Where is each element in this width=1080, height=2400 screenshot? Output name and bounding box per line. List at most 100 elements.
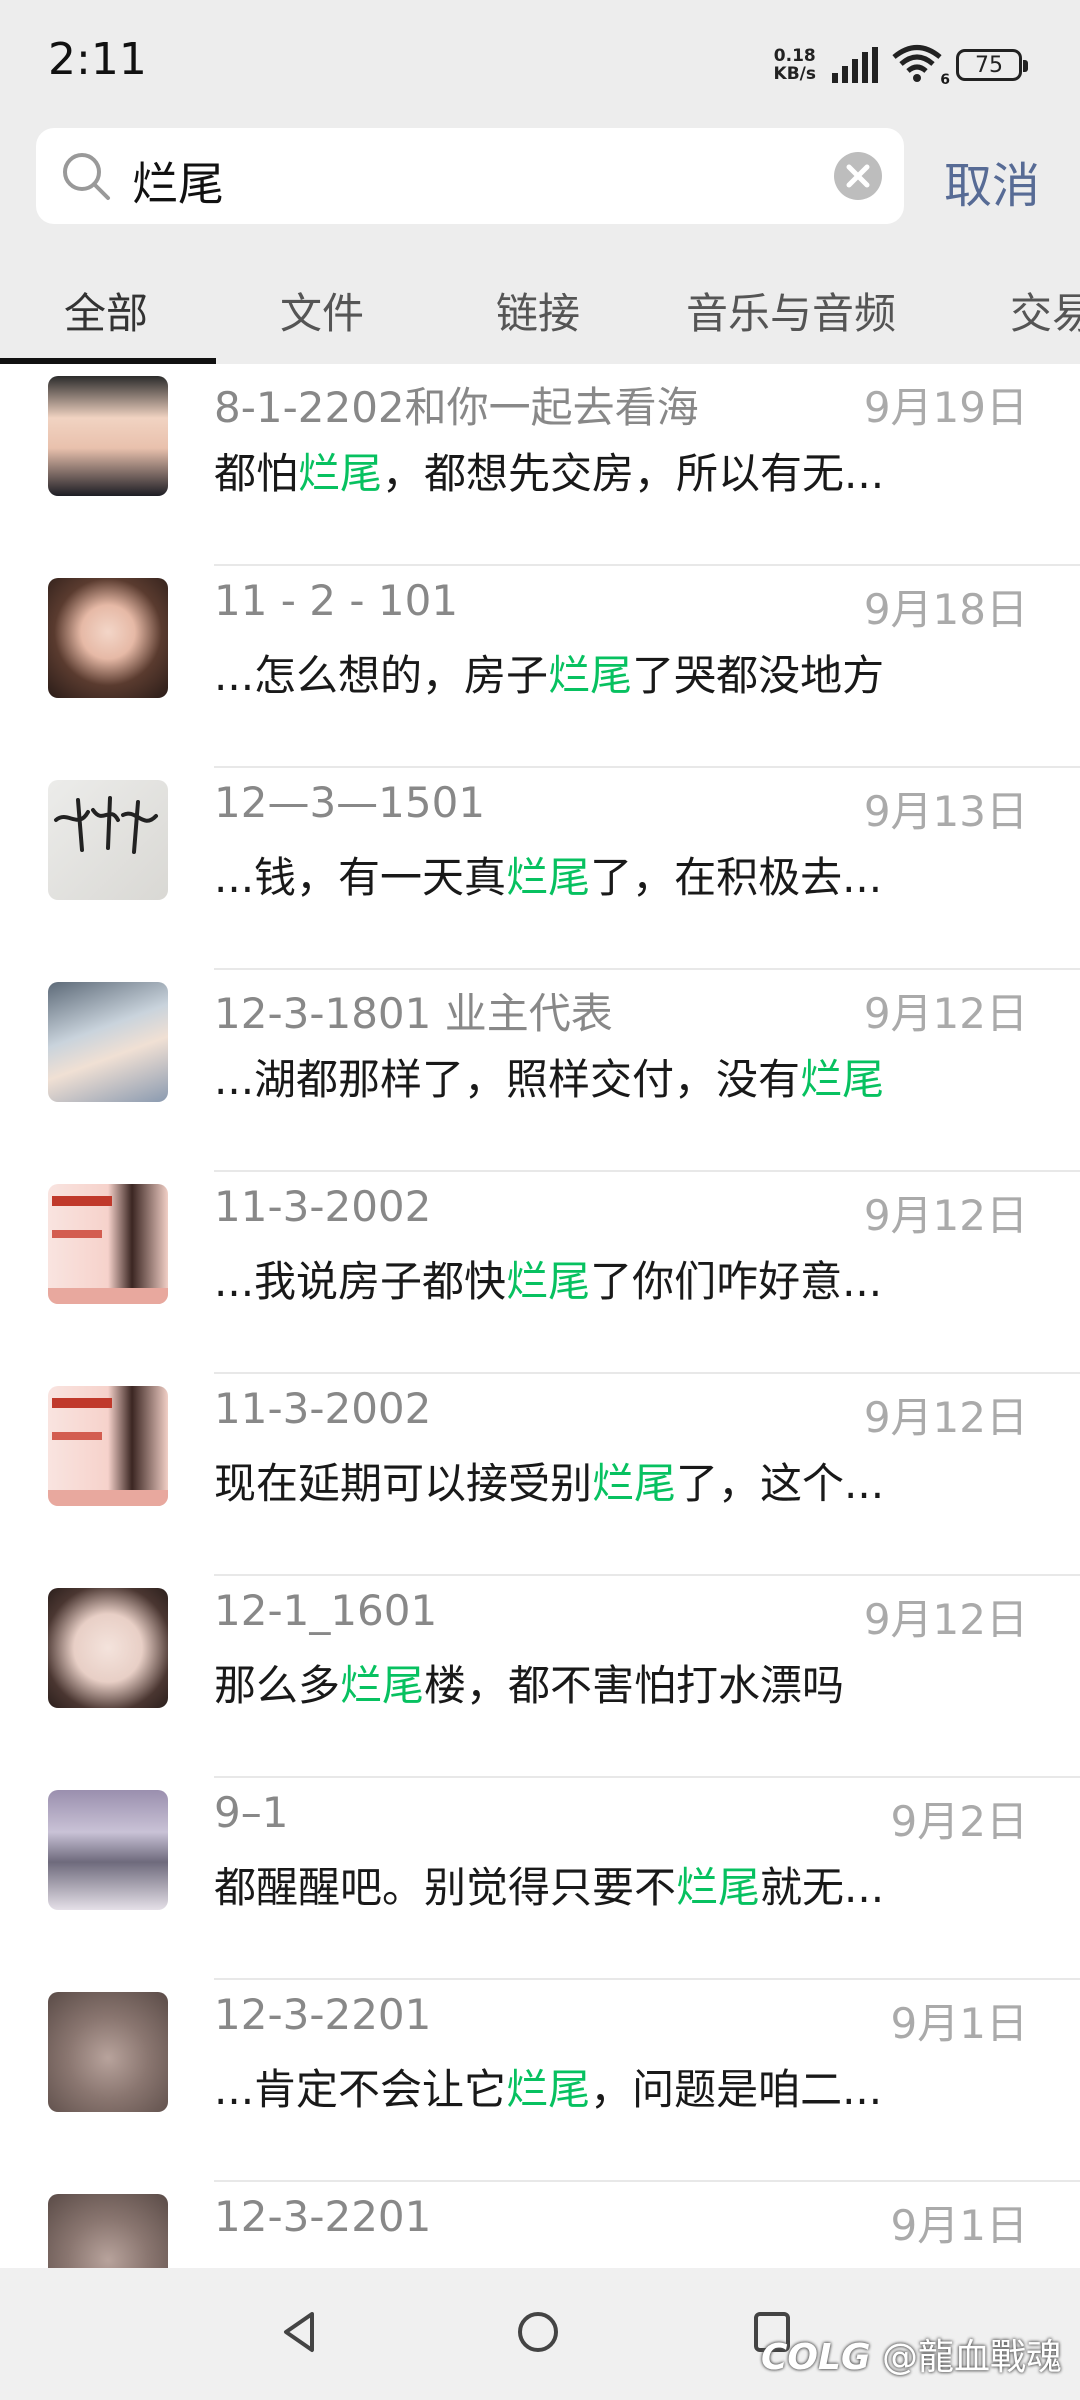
chat-title: 12-3-2201: [214, 2192, 432, 2241]
tab-music-audio[interactable]: 音乐与音频: [686, 280, 896, 341]
chat-date: 9月12日: [863, 1393, 1028, 1442]
tab-links[interactable]: 链接: [496, 280, 580, 341]
message-snippet: ...肯定不会让它烂尾，问题是咱二...: [214, 2056, 882, 2117]
snippet-text: ...我说房子都快: [214, 1257, 507, 1306]
net-speed: 0.18 KB/s: [774, 47, 816, 83]
calligraphy-avatar-icon: [54, 796, 158, 854]
chat-title: 12-3-1801 业主代表: [214, 989, 613, 1038]
chat-date: 9月12日: [863, 989, 1028, 1038]
search-box[interactable]: 烂尾: [36, 128, 904, 224]
snippet-text: 了你们咋好意...: [590, 1257, 883, 1306]
avatar: [48, 982, 168, 1102]
watermark-logo: COLG: [761, 2337, 871, 2378]
snippet-highlight: 烂尾: [298, 449, 383, 498]
list-item[interactable]: 12-3-2201 9月1日: [0, 2182, 1080, 2268]
chat-title: 11 - 2 - 101: [214, 576, 459, 625]
avatar: [48, 780, 168, 900]
clear-icon[interactable]: [834, 152, 882, 200]
avatar: [48, 1790, 168, 1910]
search-bar: 烂尾 取消: [0, 126, 1080, 250]
message-snippet: 都怕烂尾，都想先交房，所以有无...: [214, 440, 884, 501]
tab-transactions[interactable]: 交易: [1010, 280, 1080, 341]
chat-date: 9月1日: [890, 2201, 1028, 2250]
list-item[interactable]: 12-1_1601 9月12日 那么多烂尾楼，都不害怕打水漂吗: [0, 1576, 1080, 1778]
system-nav-bar: COLG @龍血戰魂: [0, 2268, 1080, 2400]
chat-date: 9月13日: [863, 787, 1028, 836]
message-snippet: 都醒醒吧。别觉得只要不烂尾就无...: [214, 1854, 884, 1915]
snippet-text: ，都想先交房，所以有无...: [382, 449, 885, 498]
list-item[interactable]: 11-3-2002 9月12日 ...我说房子都快烂尾了你们咋好意...: [0, 1172, 1080, 1374]
list-item[interactable]: 12-3-2201 9月1日 ...肯定不会让它烂尾，问题是咱二...: [0, 1980, 1080, 2182]
chat-date: 9月1日: [890, 1999, 1028, 2048]
status-bar: 2:11 0.18 KB/s 6 75: [0, 0, 1080, 126]
wifi-label: 6: [940, 72, 950, 88]
avatar: [48, 1184, 168, 1304]
chat-date: 9月12日: [863, 1595, 1028, 1644]
snippet-text: ，问题是咱二...: [590, 2065, 883, 2114]
watermark-text: @龍血戰魂: [881, 2337, 1062, 2378]
snippet-text: 都醒醒吧。别觉得只要不: [214, 1863, 677, 1912]
wifi-icon: [892, 45, 942, 82]
watermark: COLG @龍血戰魂: [761, 2328, 1062, 2380]
net-speed-value: 0.18: [773, 46, 816, 66]
signal-icon: [832, 47, 878, 83]
snippet-highlight: 烂尾: [676, 1863, 761, 1912]
wifi-indicator: 6: [892, 44, 950, 88]
filter-tabs: 全部 文件 链接 音乐与音频 交易: [0, 250, 1080, 364]
snippet-text: 那么多: [214, 1661, 341, 1710]
list-item[interactable]: 12-3-1801 业主代表 9月12日 ...湖都那样了，照样交付，没有烂尾: [0, 970, 1080, 1172]
snippet-highlight: 烂尾: [800, 1055, 885, 1104]
list-item[interactable]: 9–1 9月2日 都醒醒吧。别觉得只要不烂尾就无...: [0, 1778, 1080, 1980]
tab-all[interactable]: 全部: [64, 280, 148, 341]
message-snippet: 现在延期可以接受别烂尾了，这个...: [214, 1450, 884, 1511]
avatar: [48, 578, 168, 698]
status-time: 2:11: [48, 34, 147, 85]
list-item[interactable]: 11 - 2 - 101 9月18日 ...怎么想的，房子烂尾了哭都没地方: [0, 566, 1080, 768]
snippet-text: ...肯定不会让它: [214, 2065, 507, 2114]
chat-title: 11-3-2002: [214, 1384, 432, 1433]
chat-date: 9月19日: [863, 383, 1028, 432]
list-item[interactable]: 11-3-2002 9月12日 现在延期可以接受别烂尾了，这个...: [0, 1374, 1080, 1576]
list-item[interactable]: 8-1-2202和你一起去看海 9月19日 都怕烂尾，都想先交房，所以有无...: [0, 364, 1080, 566]
tab-files[interactable]: 文件: [280, 280, 364, 341]
list-item[interactable]: 12—3—1501 9月13日 ...钱，有一天真烂尾了，在积极去...: [0, 768, 1080, 970]
snippet-text: 现在延期可以接受别: [214, 1459, 593, 1508]
message-snippet: ...湖都那样了，照样交付，没有烂尾: [214, 1046, 884, 1107]
chat-date: 9月2日: [890, 1797, 1028, 1846]
snippet-highlight: 烂尾: [340, 1661, 425, 1710]
snippet-text: 都怕: [214, 449, 299, 498]
status-icons: 0.18 KB/s 6 75: [774, 40, 1028, 90]
battery-icon: 75: [956, 49, 1028, 81]
home-icon[interactable]: [510, 2304, 566, 2360]
snippet-text: 了，在积极去...: [590, 853, 883, 902]
cancel-button[interactable]: 取消: [944, 146, 1040, 216]
snippet-text: 楼，都不害怕打水漂吗: [424, 1661, 845, 1710]
message-snippet: ...钱，有一天真烂尾了，在积极去...: [214, 844, 882, 905]
chat-title: 12—3—1501: [214, 778, 486, 827]
search-input[interactable]: 烂尾: [132, 148, 224, 214]
snippet-text: 就无...: [760, 1863, 885, 1912]
avatar: [48, 1386, 168, 1506]
snippet-text: ...湖都那样了，照样交付，没有: [214, 1055, 801, 1104]
search-icon: [63, 153, 110, 200]
snippet-highlight: 烂尾: [506, 1257, 591, 1306]
snippet-highlight: 烂尾: [592, 1459, 677, 1508]
message-snippet: 那么多烂尾楼，都不害怕打水漂吗: [214, 1652, 844, 1713]
snippet-highlight: 烂尾: [548, 651, 633, 700]
chat-title: 8-1-2202和你一起去看海: [214, 383, 699, 432]
avatar: [48, 1588, 168, 1708]
snippet-text: 了，这个...: [676, 1459, 885, 1508]
snippet-highlight: 烂尾: [506, 853, 591, 902]
chat-title: 11-3-2002: [214, 1182, 432, 1231]
chat-title: 9–1: [214, 1788, 289, 1837]
chat-title: 12-3-2201: [214, 1990, 432, 2039]
chat-title: 12-1_1601: [214, 1586, 438, 1635]
back-icon[interactable]: [272, 2304, 328, 2360]
snippet-highlight: 烂尾: [506, 2065, 591, 2114]
net-speed-unit: KB/s: [773, 64, 816, 84]
avatar: [48, 1992, 168, 2112]
snippet-text: ...怎么想的，房子: [214, 651, 549, 700]
chat-date: 9月18日: [863, 585, 1028, 634]
snippet-text: ...钱，有一天真: [214, 853, 507, 902]
chat-date: 9月12日: [863, 1191, 1028, 1240]
